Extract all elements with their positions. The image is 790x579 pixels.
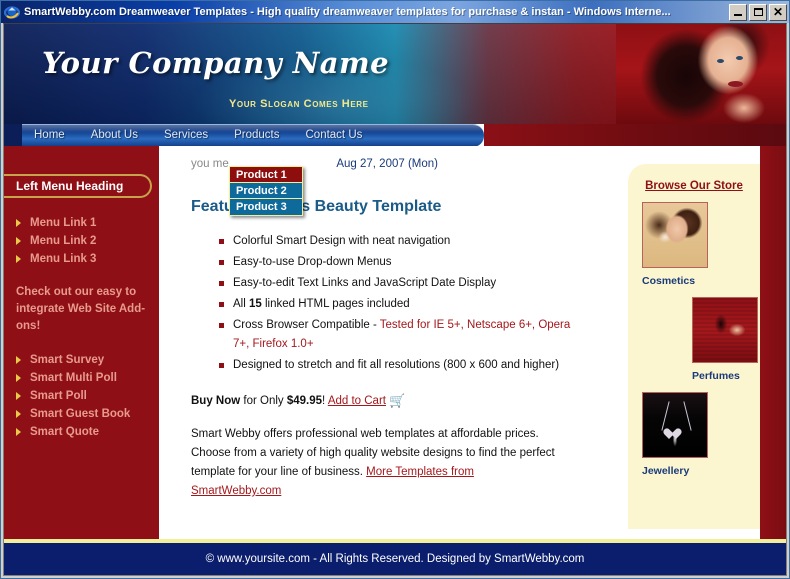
nav-items: Home About Us Services Products Contact … <box>34 124 362 146</box>
sidebar-item-label: Smart Poll <box>30 390 87 402</box>
price-label: $49.95 <box>286 395 323 407</box>
site-banner: Your Company Name Your Slogan Comes Here <box>4 24 786 124</box>
jewellery-thumbnail[interactable] <box>642 388 714 458</box>
feature-count: 15 <box>248 298 262 310</box>
sidebar-item-smart-multi-poll[interactable]: Smart Multi Poll <box>16 369 159 387</box>
sidebar-item-label: Smart Quote <box>30 426 100 438</box>
page-viewport: Your Company Name Your Slogan Comes Here… <box>3 23 787 576</box>
store-item-caption: Perfumes <box>692 370 740 382</box>
feature-text-rest: linked HTML pages included <box>261 298 410 310</box>
store-item-caption: Jewellery <box>642 465 690 477</box>
main-content: you me Aug 27, 2007 (Mon) Features of th… <box>159 146 612 543</box>
arrow-right-icon <box>16 428 21 436</box>
sidebar-item-label: Menu Link 3 <box>30 253 97 265</box>
left-menu-heading: Left Menu Heading <box>4 174 152 198</box>
nav-item-products[interactable]: Products <box>234 129 279 141</box>
arrow-right-icon <box>16 392 21 400</box>
store-item-jewellery[interactable]: Jewellery <box>628 388 760 477</box>
window-title: SmartWebby.com Dreamweaver Templates - H… <box>24 6 671 18</box>
sidebar-menu-links: Menu Link 1 Menu Link 2 Menu Link 3 <box>4 214 159 268</box>
list-item: Cross Browser Compatible - Tested for IE… <box>219 316 588 354</box>
dropdown-item-product-1[interactable]: Product 1 <box>230 167 302 183</box>
sidebar-item-label: Menu Link 1 <box>30 217 97 229</box>
intro-paragraph: Smart Webby offers professional web temp… <box>191 425 561 501</box>
nav-bg-left <box>4 124 24 146</box>
window-controls: ✕ <box>729 3 787 21</box>
nav-bg-right <box>484 124 786 146</box>
site-footer: © www.yoursite.com - All Rights Reserved… <box>4 543 786 575</box>
arrow-right-icon <box>16 410 21 418</box>
cosmetics-thumbnail[interactable] <box>642 198 714 268</box>
company-slogan: Your Slogan Comes Here <box>229 98 369 110</box>
sidebar-item-label: Smart Survey <box>30 354 105 366</box>
products-dropdown-menu: Product 1 Product 2 Product 3 <box>229 166 303 216</box>
sidebar-addons-note: Check out our easy to integrate Web Site… <box>16 286 146 332</box>
shopping-cart-icon: 🛒 <box>389 393 406 408</box>
left-menu-heading-label: Left Menu Heading <box>16 179 124 193</box>
list-item: Colorful Smart Design with neat navigati… <box>219 232 588 251</box>
sidebar-item-label: Smart Multi Poll <box>30 372 117 384</box>
minimize-button[interactable] <box>729 3 747 21</box>
list-item: All 15 linked HTML pages included <box>219 295 588 314</box>
store-item-cosmetics[interactable]: Cosmetics <box>628 198 760 287</box>
buy-now-line: Buy Now for Only $49.95! Add to Cart 🛒 <box>191 393 594 409</box>
nav-item-home[interactable]: Home <box>34 129 65 141</box>
list-item: Easy-to-edit Text Links and JavaScript D… <box>219 274 588 293</box>
browser-window: SmartWebby.com Dreamweaver Templates - H… <box>0 0 790 579</box>
sidebar-item-label: Menu Link 2 <box>30 235 97 247</box>
arrow-right-icon <box>16 219 21 227</box>
sidebar-item-menu-link-1[interactable]: Menu Link 1 <box>16 214 159 232</box>
arrow-right-icon <box>16 374 21 382</box>
dropdown-item-product-3[interactable]: Product 3 <box>230 199 302 215</box>
nav-item-about-us[interactable]: About Us <box>91 129 138 141</box>
arrow-right-icon <box>16 255 21 263</box>
sidebar-item-smart-survey[interactable]: Smart Survey <box>16 351 159 369</box>
sidebar-item-menu-link-3[interactable]: Menu Link 3 <box>16 250 159 268</box>
feature-text-all: All <box>233 298 249 310</box>
sidebar-item-smart-quote[interactable]: Smart Quote <box>16 423 159 441</box>
add-to-cart-link[interactable]: Add to Cart <box>328 395 386 407</box>
buy-now-label: Buy Now <box>191 395 241 407</box>
company-name: Your Company Name <box>42 46 390 80</box>
nav-item-contact-us[interactable]: Contact Us <box>306 129 363 141</box>
sidebar-item-menu-link-2[interactable]: Menu Link 2 <box>16 232 159 250</box>
store-panel: Browse Our Store Cosmetics Perfumes Jewe… <box>628 164 764 529</box>
footer-text: © www.yoursite.com - All Rights Reserved… <box>205 553 585 565</box>
arrow-right-icon <box>16 356 21 364</box>
main-navigation: Home About Us Services Products Contact … <box>4 124 786 147</box>
current-date: Aug 27, 2007 (Mon) <box>336 158 438 170</box>
sidebar-item-smart-guest-book[interactable]: Smart Guest Book <box>16 405 159 423</box>
close-icon: ✕ <box>772 5 784 19</box>
perfumes-thumbnail[interactable] <box>692 293 764 363</box>
right-sidebar: Browse Our Store Cosmetics Perfumes Jewe… <box>612 146 786 543</box>
maximize-button[interactable] <box>749 3 767 21</box>
right-red-edge <box>760 146 786 543</box>
list-item: Easy-to-use Drop-down Menus <box>219 253 588 272</box>
store-item-perfumes[interactable]: Perfumes <box>628 293 764 382</box>
dropdown-item-product-2[interactable]: Product 2 <box>230 183 302 199</box>
banner-model-photo <box>616 24 786 124</box>
internet-explorer-icon <box>3 4 21 20</box>
close-button[interactable]: ✕ <box>769 3 787 21</box>
features-list: Colorful Smart Design with neat navigati… <box>191 232 594 375</box>
feature-text-prefix: Cross Browser Compatible - <box>233 319 380 331</box>
sidebar-item-smart-poll[interactable]: Smart Poll <box>16 387 159 405</box>
page-body: Left Menu Heading Menu Link 1 Menu Link … <box>4 146 786 543</box>
list-item: Designed to stretch and fit all resoluti… <box>219 356 588 375</box>
sidebar-item-label: Smart Guest Book <box>30 408 131 420</box>
buy-for-only: for Only <box>240 395 287 407</box>
browse-our-store-link[interactable]: Browse Our Store <box>628 180 760 192</box>
store-item-caption: Cosmetics <box>642 275 696 287</box>
sidebar-addon-links: Smart Survey Smart Multi Poll Smart Poll… <box>4 351 159 441</box>
arrow-right-icon <box>16 237 21 245</box>
left-sidebar: Left Menu Heading Menu Link 1 Menu Link … <box>4 146 159 543</box>
nav-item-services[interactable]: Services <box>164 129 208 141</box>
window-titlebar: SmartWebby.com Dreamweaver Templates - H… <box>1 1 789 23</box>
